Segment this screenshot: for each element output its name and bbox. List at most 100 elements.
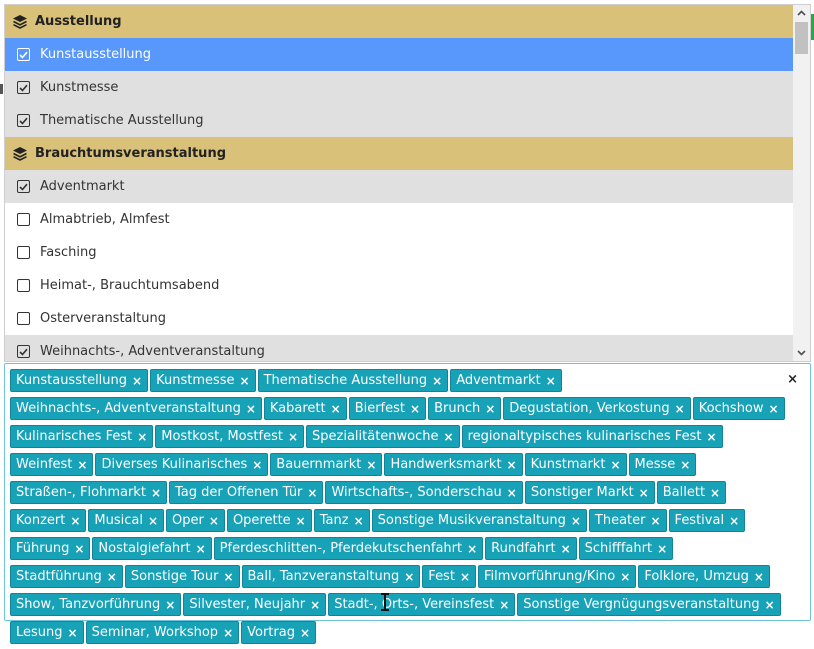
tag-remove-icon[interactable]: × (710, 483, 720, 503)
selected-tag: Spezialitätenwoche × (306, 425, 460, 448)
tag-label: Mostkost, Mostfest (161, 428, 283, 444)
tag-remove-icon[interactable]: × (650, 511, 660, 531)
layers-icon (12, 14, 28, 30)
dropdown-option[interactable]: Fasching (5, 236, 794, 269)
option-label: Heimat-, Brauchtumsabend (40, 278, 220, 293)
tag-label: Pferdeschlitten-, Pferdekutschenfahrt (219, 540, 463, 556)
tag-remove-icon[interactable]: × (499, 595, 509, 615)
scrollbar-thumb[interactable] (795, 22, 808, 54)
selected-tag: Oper × (166, 509, 225, 532)
tag-remove-icon[interactable]: × (310, 595, 320, 615)
dropdown-option[interactable]: Thematische Ausstellung (5, 104, 794, 137)
checkbox-icon[interactable] (17, 213, 30, 226)
tag-remove-icon[interactable]: × (307, 483, 317, 503)
tag-remove-icon[interactable]: × (240, 371, 250, 391)
option-label: Fasching (40, 245, 97, 260)
tag-remove-icon[interactable]: × (610, 455, 620, 475)
checkbox-icon[interactable] (17, 180, 30, 193)
checkbox-icon[interactable] (17, 48, 30, 61)
checkbox-icon[interactable] (17, 81, 30, 94)
dropdown-option[interactable]: Kunstausstellung (5, 38, 794, 71)
tag-remove-icon[interactable]: × (165, 595, 175, 615)
tag-remove-icon[interactable]: × (561, 539, 571, 559)
checkbox-icon[interactable] (17, 114, 30, 127)
tag-remove-icon[interactable]: × (507, 455, 517, 475)
tag-remove-icon[interactable]: × (354, 511, 364, 531)
dropdown-option[interactable]: Heimat-, Brauchtumsabend (5, 269, 794, 302)
tag-remove-icon[interactable]: × (639, 483, 649, 503)
dropdown-option[interactable]: Osterveranstaltung (5, 302, 794, 335)
dropdown-option[interactable]: Weihnachts-, Adventveranstaltung (5, 335, 794, 361)
tag-remove-icon[interactable]: × (657, 539, 667, 559)
tag-remove-icon[interactable]: × (74, 539, 84, 559)
tag-remove-icon[interactable]: × (485, 399, 495, 419)
tag-remove-icon[interactable]: × (432, 371, 442, 391)
scroll-down-icon[interactable] (793, 345, 810, 361)
tag-remove-icon[interactable]: × (769, 399, 779, 419)
tag-remove-icon[interactable]: × (107, 567, 117, 587)
tag-remove-icon[interactable]: × (252, 455, 262, 475)
tag-label: Weinfest (16, 456, 73, 472)
tag-remove-icon[interactable]: × (288, 427, 298, 447)
dropdown-scrollbar[interactable] (793, 5, 810, 361)
tag-remove-icon[interactable]: × (68, 623, 78, 643)
dropdown-option[interactable]: Kunstmesse (5, 71, 794, 104)
selected-tag: Thematische Ausstellung × (257, 369, 449, 392)
tag-remove-icon[interactable]: × (706, 427, 716, 447)
tag-remove-icon[interactable]: × (444, 427, 454, 447)
checkbox-icon[interactable] (17, 279, 30, 292)
tag-remove-icon[interactable]: × (680, 455, 690, 475)
dropdown-option[interactable]: Almabtrieb, Almfest (5, 203, 794, 236)
dropdown-options-panel[interactable]: Ausstellung Kunstausstellung Kunstmesse The… (4, 4, 811, 362)
tag-remove-icon[interactable]: × (77, 455, 87, 475)
tag-remove-icon[interactable]: × (507, 483, 517, 503)
selected-tag: Sonstige Vergnügungsveranstaltung × (517, 593, 781, 616)
tag-label: Rundfahrt (491, 540, 556, 556)
tag-remove-icon[interactable]: × (765, 595, 775, 615)
tag-remove-icon[interactable]: × (246, 399, 256, 419)
tag-remove-icon[interactable]: × (151, 483, 161, 503)
option-label: Weihnachts-, Adventveranstaltung (40, 344, 265, 359)
tag-remove-icon[interactable]: × (70, 511, 80, 531)
tag-label: Straßen-, Flohmarkt (16, 484, 146, 500)
tag-label: Vortrag (247, 624, 295, 640)
tag-remove-icon[interactable]: × (223, 567, 233, 587)
dropdown-option[interactable]: Adventmarkt (5, 170, 794, 203)
tag-remove-icon[interactable]: × (209, 511, 219, 531)
checkbox-icon[interactable] (17, 246, 30, 259)
selected-tag: Festival × (668, 509, 746, 532)
tag-remove-icon[interactable]: × (467, 539, 477, 559)
tag-remove-icon[interactable]: × (296, 511, 306, 531)
tag-remove-icon[interactable]: × (410, 399, 420, 419)
checkbox-icon[interactable] (17, 312, 30, 325)
selected-tag: Brunch × (428, 397, 502, 420)
tag-remove-icon[interactable]: × (546, 371, 556, 391)
tag-remove-icon[interactable]: × (404, 567, 414, 587)
tag-remove-icon[interactable]: × (132, 371, 142, 391)
selected-tag: Show, Tanzvorführung × (10, 593, 182, 616)
tag-remove-icon[interactable]: × (754, 567, 764, 587)
tag-remove-icon[interactable]: × (460, 567, 470, 587)
tag-label: Silvester, Neujahr (189, 596, 306, 612)
tag-remove-icon[interactable]: × (148, 511, 158, 531)
tag-remove-icon[interactable]: × (620, 567, 630, 587)
tag-label: Schifffahrt (584, 540, 653, 556)
option-label: Adventmarkt (40, 179, 125, 194)
scroll-up-icon[interactable] (793, 5, 810, 21)
options-list: Ausstellung Kunstausstellung Kunstmesse The… (5, 5, 794, 361)
tag-label: Kunstmesse (156, 372, 235, 388)
tag-remove-icon[interactable]: × (331, 399, 341, 419)
tag-remove-icon[interactable]: × (137, 427, 147, 447)
tag-remove-icon[interactable]: × (223, 623, 233, 643)
selected-tag: Degustation, Verkostung × (503, 397, 691, 420)
clear-all-icon[interactable]: × (787, 372, 798, 387)
tag-remove-icon[interactable]: × (196, 539, 206, 559)
tag-remove-icon[interactable]: × (366, 455, 376, 475)
tag-remove-icon[interactable]: × (300, 623, 310, 643)
tag-remove-icon[interactable]: × (675, 399, 685, 419)
multiselect-selection-box[interactable]: Kunstausstellung × Kunstmesse × Thematische … (4, 363, 811, 644)
tag-remove-icon[interactable]: × (729, 511, 739, 531)
tag-label: Konzert (16, 512, 66, 528)
checkbox-icon[interactable] (17, 345, 30, 358)
tag-remove-icon[interactable]: × (571, 511, 581, 531)
